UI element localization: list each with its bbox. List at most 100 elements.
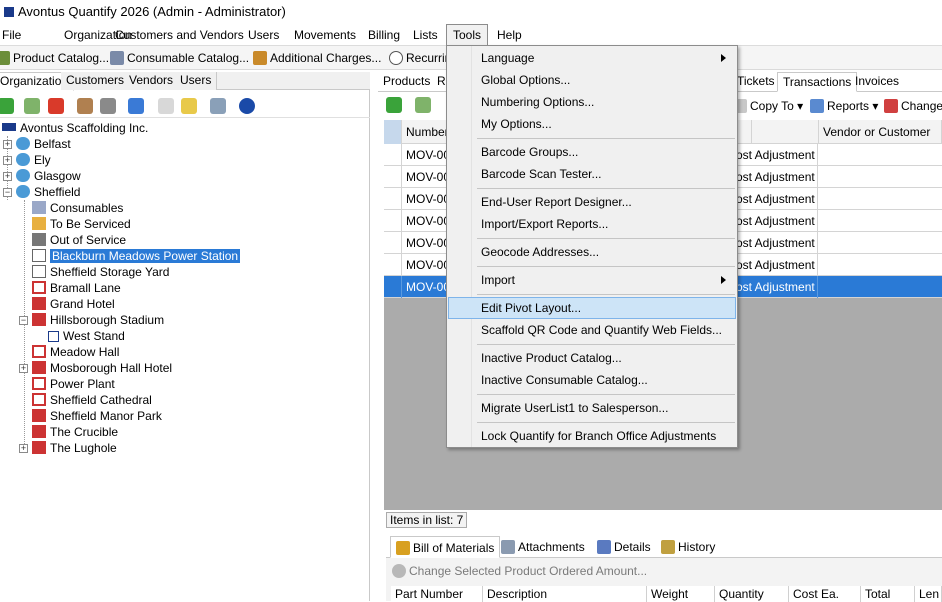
tab-users[interactable]: Users: [175, 72, 218, 90]
copy-to-label: Copy To: [750, 99, 794, 113]
tab-transactions[interactable]: Transactions: [777, 72, 858, 92]
tab-customers[interactable]: Customers: [61, 72, 131, 90]
tree-node-bramall[interactable]: Bramall Lane: [32, 280, 121, 296]
column-total[interactable]: Total: [861, 586, 915, 602]
tree-label-selected: Blackburn Meadows Power Station: [48, 248, 242, 264]
menu-item-language[interactable]: Language: [448, 47, 736, 69]
materials-icon: [396, 541, 410, 555]
tree-node-west-stand[interactable]: West Stand: [48, 328, 125, 344]
column-part-number[interactable]: Part Number: [391, 586, 483, 602]
product-catalog-button[interactable]: Product Catalog...: [0, 49, 109, 67]
tree-node-to-be-serviced[interactable]: To Be Serviced: [32, 216, 131, 232]
link-icon[interactable]: [100, 98, 116, 114]
tree-node-power-plant[interactable]: Power Plant: [32, 376, 115, 392]
menu-item-qr-code[interactable]: Scaffold QR Code and Quantify Web Fields…: [448, 319, 736, 341]
tab-attachments[interactable]: Attachments: [496, 536, 590, 558]
add-icon[interactable]: [0, 98, 14, 114]
tree-node-sheffield[interactable]: Sheffield: [16, 184, 80, 200]
tree-node-lughole[interactable]: The Lughole: [32, 440, 117, 456]
change-button[interactable]: Change: [884, 97, 942, 115]
find-icon[interactable]: [77, 98, 93, 114]
note-icon[interactable]: [181, 98, 197, 114]
tree-node-consumables[interactable]: Consumables: [32, 200, 123, 216]
tree-node-grand-hotel[interactable]: Grand Hotel: [32, 296, 115, 312]
menu-item-inactive-product-catalog[interactable]: Inactive Product Catalog...: [448, 347, 736, 369]
tab-products[interactable]: Products: [378, 72, 435, 92]
menu-item-my-options[interactable]: My Options...: [448, 113, 736, 135]
wrench-icon: [32, 233, 46, 246]
tree-node-blackburn[interactable]: Blackburn Meadows Power Station: [32, 248, 242, 264]
menu-item-migrate-userlist[interactable]: Migrate UserList1 to Salesperson...: [448, 397, 736, 419]
column-cost-each[interactable]: Cost Ea.: [789, 586, 861, 602]
tree-node-ely[interactable]: Ely: [16, 152, 51, 168]
tree-node-root[interactable]: Avontus Scaffolding Inc.: [2, 120, 148, 136]
expand-icon[interactable]: +: [3, 156, 12, 165]
menu-tools[interactable]: Tools: [446, 24, 489, 47]
tab-bill-of-materials[interactable]: Bill of Materials: [390, 536, 501, 558]
menu-item-barcode-groups[interactable]: Barcode Groups...: [448, 141, 736, 163]
tab-history[interactable]: History: [656, 536, 720, 558]
column-weight[interactable]: Weight: [647, 586, 715, 602]
menu-lists[interactable]: Lists: [407, 24, 444, 46]
tree-label: Belfast: [34, 137, 71, 151]
tree-node-cathedral[interactable]: Sheffield Cathedral: [32, 392, 152, 408]
menu-item-report-designer[interactable]: End-User Report Designer...: [448, 191, 736, 213]
menu-item-numbering-options[interactable]: Numbering Options...: [448, 91, 736, 113]
expand-icon[interactable]: +: [19, 364, 28, 373]
tree-label: Bramall Lane: [50, 281, 121, 295]
tree-node-meadow-hall[interactable]: Meadow Hall: [32, 344, 119, 360]
delete-icon[interactable]: [48, 98, 64, 114]
organization-pane: Organization Customers Vendors Users Avo…: [0, 72, 370, 601]
menu-billing[interactable]: Billing: [362, 24, 406, 46]
column-description[interactable]: Description: [483, 586, 647, 602]
globe-icon[interactable]: [239, 98, 255, 114]
tree-node-glasgow[interactable]: Glasgow: [16, 168, 81, 184]
menu-users[interactable]: Users: [242, 24, 285, 46]
column-quantity[interactable]: Quantity: [715, 586, 789, 602]
tree-node-mosborough[interactable]: Mosborough Hall Hotel: [32, 360, 172, 376]
expand-icon[interactable]: +: [3, 140, 12, 149]
branch-icon: [16, 185, 30, 198]
menu-item-lock-quantify[interactable]: Lock Quantify for Branch Office Adjustme…: [448, 425, 736, 447]
tree-node-out-of-service[interactable]: Out of Service: [32, 232, 126, 248]
expand-icon[interactable]: +: [3, 172, 12, 181]
column-length[interactable]: Len: [915, 586, 942, 602]
tree-node-hillsborough[interactable]: Hillsborough Stadium: [32, 312, 164, 328]
menu-file[interactable]: File: [0, 24, 27, 46]
edit-icon[interactable]: [24, 98, 40, 114]
tree-node-belfast[interactable]: Belfast: [16, 136, 71, 152]
menu-item-global-options[interactable]: Global Options...: [448, 69, 736, 91]
tab-vendors[interactable]: Vendors: [124, 72, 180, 90]
collapse-icon[interactable]: −: [3, 188, 12, 197]
menu-item-import[interactable]: Import: [448, 269, 736, 291]
menu-help[interactable]: Help: [491, 24, 528, 46]
menu-customers-vendors[interactable]: Customers and Vendors: [109, 24, 250, 46]
tree-node-crucible[interactable]: The Crucible: [32, 424, 118, 440]
column-vendor-customer[interactable]: Vendor or Customer: [818, 120, 942, 144]
additional-charges-button[interactable]: Additional Charges...: [253, 49, 381, 67]
consumable-catalog-button[interactable]: Consumable Catalog...: [110, 49, 249, 67]
menu-separator: [477, 422, 735, 423]
edit-movement-icon[interactable]: [415, 97, 431, 113]
menu-item-barcode-scan-tester[interactable]: Barcode Scan Tester...: [448, 163, 736, 185]
add-movement-icon[interactable]: [386, 97, 402, 113]
refresh-icon[interactable]: [128, 98, 144, 114]
change-amount-button[interactable]: Change Selected Product Ordered Amount..…: [392, 562, 647, 580]
menu-item-edit-pivot-layout[interactable]: Edit Pivot Layout...: [448, 297, 736, 319]
menu-item-import-export-reports[interactable]: Import/Export Reports...: [448, 213, 736, 235]
copy-to-button[interactable]: Copy To ▾: [733, 97, 803, 115]
menu-item-inactive-consumable-catalog[interactable]: Inactive Consumable Catalog...: [448, 369, 736, 391]
expand-icon[interactable]: +: [19, 444, 28, 453]
menu-item-geocode[interactable]: Geocode Addresses...: [448, 241, 736, 263]
menu-movements[interactable]: Movements: [288, 24, 362, 46]
tab-details[interactable]: Details: [592, 536, 656, 558]
reports-button[interactable]: Reports ▾: [810, 97, 878, 115]
collapse-icon[interactable]: −: [19, 316, 28, 325]
yard-icon: [32, 249, 46, 262]
tree-node-storage-yard[interactable]: Sheffield Storage Yard: [32, 264, 169, 280]
tab-invoices[interactable]: Invoices: [850, 72, 904, 92]
tree-node-manor-park[interactable]: Sheffield Manor Park: [32, 408, 162, 424]
cell-type: ost Adjustment: [732, 166, 818, 188]
tab-tickets[interactable]: Tickets: [732, 72, 780, 92]
map-icon[interactable]: [210, 98, 226, 114]
